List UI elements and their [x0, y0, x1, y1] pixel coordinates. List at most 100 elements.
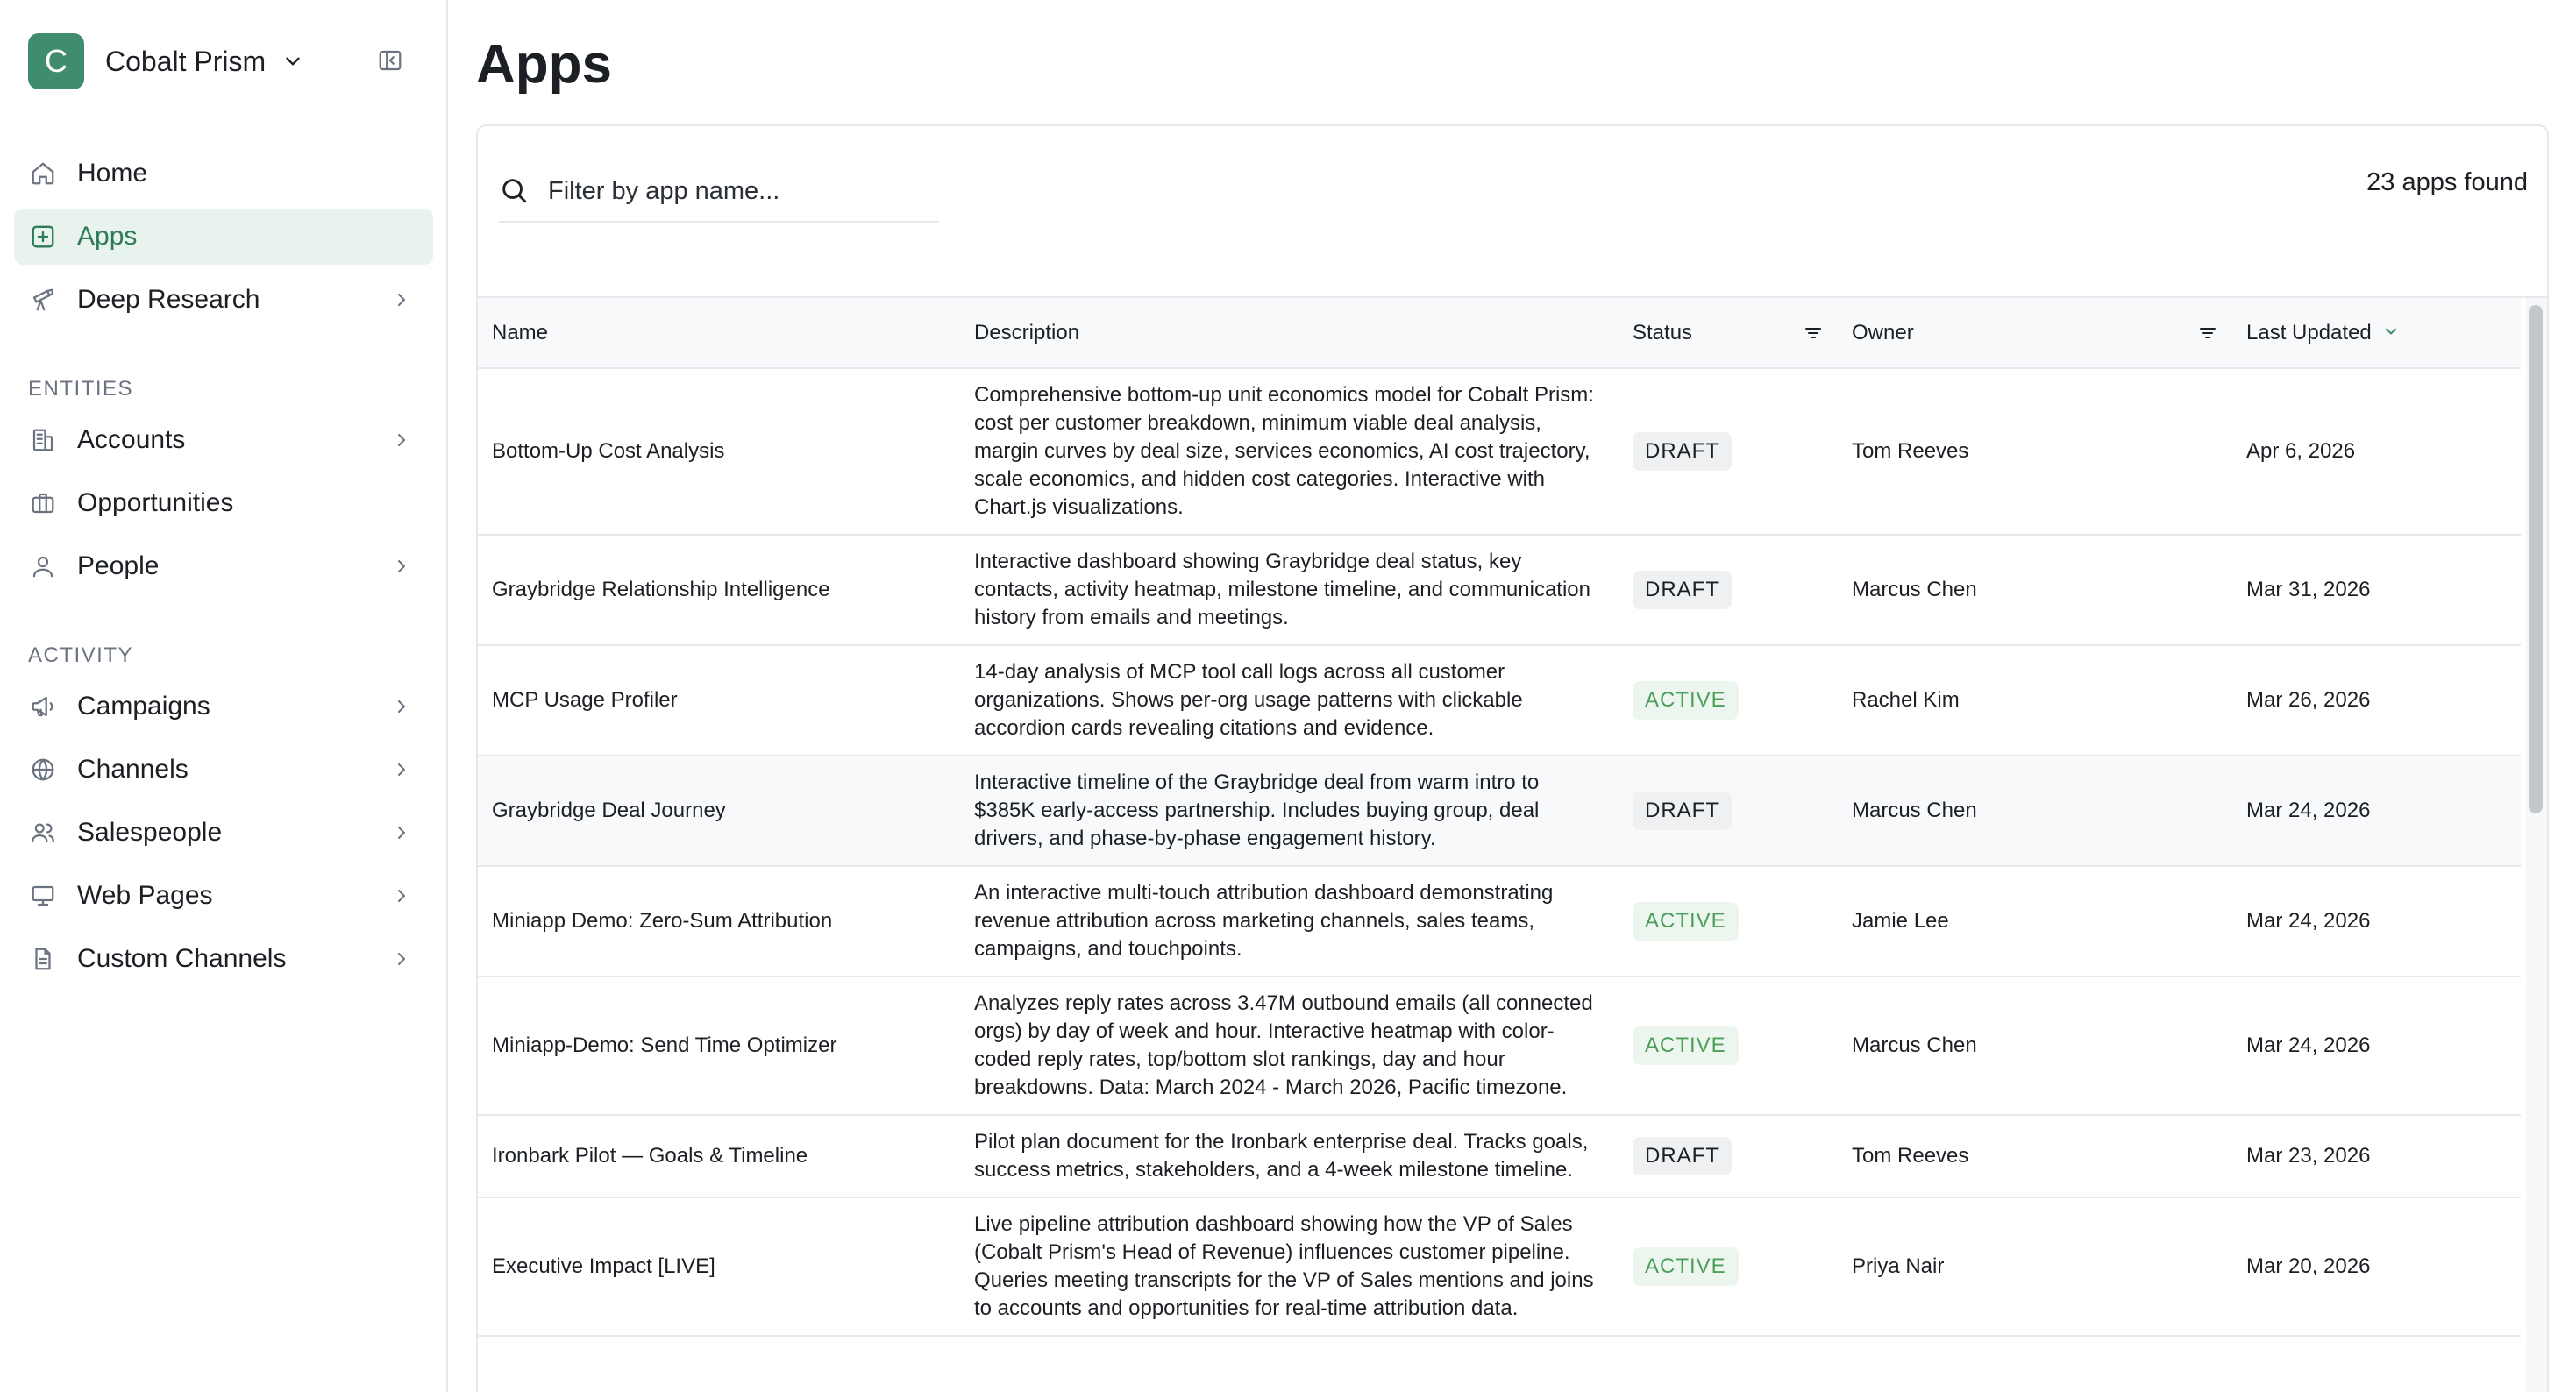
column-header-owner[interactable]: Owner	[1838, 298, 2232, 369]
column-header-status[interactable]: Status	[1619, 298, 1838, 369]
column-label: Description	[974, 320, 1080, 344]
sidebar-item-label: Channels	[77, 755, 189, 784]
filter-icon[interactable]	[2197, 323, 2218, 344]
sidebar-item-label: People	[77, 551, 160, 580]
sidebar-item-deep-research[interactable]: Deep Research	[14, 272, 433, 328]
main-content: Apps 23 apps found	[448, 0, 2576, 1392]
megaphone-icon	[28, 692, 58, 721]
status-badge: DRAFT	[1633, 792, 1732, 830]
page-title: Apps	[476, 34, 612, 95]
app-name: Miniapp Demo: Zero-Sum Attribution	[478, 866, 960, 977]
sidebar-item-label: Campaigns	[77, 692, 210, 721]
app-name: Executive Impact [LIVE]	[478, 1197, 960, 1337]
column-header-last-updated[interactable]: Last Updated	[2232, 298, 2521, 369]
collapse-sidebar-button[interactable]	[375, 46, 405, 75]
sidebar-item-label: Deep Research	[77, 285, 260, 314]
app-owner: Marcus Chen	[1838, 535, 2232, 646]
app-name: MCP Usage Profiler	[478, 645, 960, 756]
status-cell: ACTIVE	[1619, 866, 1838, 977]
results-count: 23 apps found	[2366, 168, 2528, 196]
column-label: Name	[492, 320, 549, 344]
apps-table: Name Description Status Owner Last Updat…	[478, 298, 2521, 1337]
app-last-updated: Mar 20, 2026	[2232, 1197, 2521, 1337]
column-label: Owner	[1852, 320, 1914, 344]
table-row[interactable]: Graybridge Relationship Intelligence Int…	[478, 535, 2521, 646]
sidebar-collapse-icon	[377, 47, 403, 74]
app-name: Graybridge Relationship Intelligence	[478, 535, 960, 646]
app-name: Ironbark Pilot — Goals & Timeline	[478, 1115, 960, 1198]
app-description: Analyzes reply rates across 3.47M outbou…	[960, 977, 1619, 1116]
app-description: Pilot plan document for the Ironbark ent…	[960, 1115, 1619, 1198]
status-cell: DRAFT	[1619, 535, 1838, 646]
table-scrollbar[interactable]	[2526, 298, 2547, 1392]
chevron-right-icon	[391, 822, 412, 843]
app-owner: Rachel Kim	[1838, 645, 2232, 756]
status-badge: DRAFT	[1633, 432, 1732, 471]
table-row[interactable]: Miniapp-Demo: Send Time Optimizer Analyz…	[478, 977, 2521, 1116]
chevron-right-icon	[391, 759, 412, 780]
sidebar-item-label: Opportunities	[77, 488, 234, 517]
sidebar-item-home[interactable]: Home	[14, 146, 433, 202]
status-cell: DRAFT	[1619, 368, 1838, 536]
home-icon	[28, 159, 58, 188]
workspace-switcher[interactable]: C Cobalt Prism	[28, 33, 304, 89]
app-description: Comprehensive bottom-up unit economics m…	[960, 368, 1619, 536]
app-name: Miniapp-Demo: Send Time Optimizer	[478, 977, 960, 1116]
column-label: Status	[1633, 320, 1693, 344]
search-icon	[499, 175, 530, 207]
section-label-entities: ENTITIES	[28, 377, 134, 401]
status-cell: DRAFT	[1619, 756, 1838, 867]
status-badge: DRAFT	[1633, 1137, 1732, 1175]
app-description: An interactive multi-touch attribution d…	[960, 866, 1619, 977]
chevron-right-icon	[391, 430, 412, 451]
app-owner: Tom Reeves	[1838, 368, 2232, 536]
app-owner: Priya Nair	[1838, 1197, 2232, 1337]
column-label: Last Updated	[2246, 320, 2372, 344]
app-last-updated: Mar 24, 2026	[2232, 866, 2521, 977]
app-last-updated: Mar 24, 2026	[2232, 977, 2521, 1116]
sidebar-item-people[interactable]: People	[14, 538, 433, 594]
chevron-right-icon	[391, 948, 412, 969]
table-row[interactable]: Miniapp Demo: Zero-Sum Attribution An in…	[478, 866, 2521, 977]
column-header-name[interactable]: Name	[478, 298, 960, 369]
status-badge: ACTIVE	[1633, 681, 1739, 720]
sidebar-item-opportunities[interactable]: Opportunities	[14, 475, 433, 531]
filter-icon[interactable]	[1803, 323, 1824, 344]
app-description: Live pipeline attribution dashboard show…	[960, 1197, 1619, 1337]
status-badge: DRAFT	[1633, 571, 1732, 609]
table-header-row: Name Description Status Owner Last Updat…	[478, 298, 2521, 369]
column-header-description[interactable]: Description	[960, 298, 1619, 369]
chevron-right-icon	[391, 696, 412, 717]
sidebar-item-apps[interactable]: Apps	[14, 209, 433, 265]
sort-descending-icon[interactable]	[2382, 323, 2403, 344]
apps-table-container: Name Description Status Owner Last Updat…	[478, 296, 2547, 1392]
status-cell: ACTIVE	[1619, 645, 1838, 756]
briefcase-icon	[28, 488, 58, 518]
table-row[interactable]: Ironbark Pilot — Goals & Timeline Pilot …	[478, 1115, 2521, 1198]
sidebar-item-label: Accounts	[77, 425, 186, 454]
search-input[interactable]	[548, 169, 925, 213]
table-row[interactable]: MCP Usage Profiler 14-day analysis of MC…	[478, 645, 2521, 756]
sidebar-item-custom-channels[interactable]: Custom Channels	[14, 931, 433, 987]
table-row[interactable]: Executive Impact [LIVE] Live pipeline at…	[478, 1197, 2521, 1337]
table-row[interactable]: Graybridge Deal Journey Interactive time…	[478, 756, 2521, 867]
sidebar-item-web-pages[interactable]: Web Pages	[14, 868, 433, 924]
app-last-updated: Mar 31, 2026	[2232, 535, 2521, 646]
apps-icon	[28, 222, 58, 252]
sidebar-item-channels[interactable]: Channels	[14, 742, 433, 798]
scrollbar-thumb[interactable]	[2529, 305, 2543, 813]
status-badge: ACTIVE	[1633, 902, 1739, 941]
sidebar-item-salespeople[interactable]: Salespeople	[14, 805, 433, 861]
telescope-icon	[28, 285, 58, 315]
sidebar-item-label: Salespeople	[77, 818, 223, 847]
status-badge: ACTIVE	[1633, 1247, 1739, 1286]
chevron-down-icon	[281, 50, 304, 73]
app-name: Bottom-Up Cost Analysis	[478, 368, 960, 536]
app-description: Interactive dashboard showing Graybridge…	[960, 535, 1619, 646]
chevron-right-icon	[391, 289, 412, 310]
table-row[interactable]: Bottom-Up Cost Analysis Comprehensive bo…	[478, 368, 2521, 536]
status-cell: ACTIVE	[1619, 977, 1838, 1116]
sidebar-item-accounts[interactable]: Accounts	[14, 412, 433, 468]
sidebar-item-campaigns[interactable]: Campaigns	[14, 678, 433, 735]
status-cell: DRAFT	[1619, 1115, 1838, 1198]
